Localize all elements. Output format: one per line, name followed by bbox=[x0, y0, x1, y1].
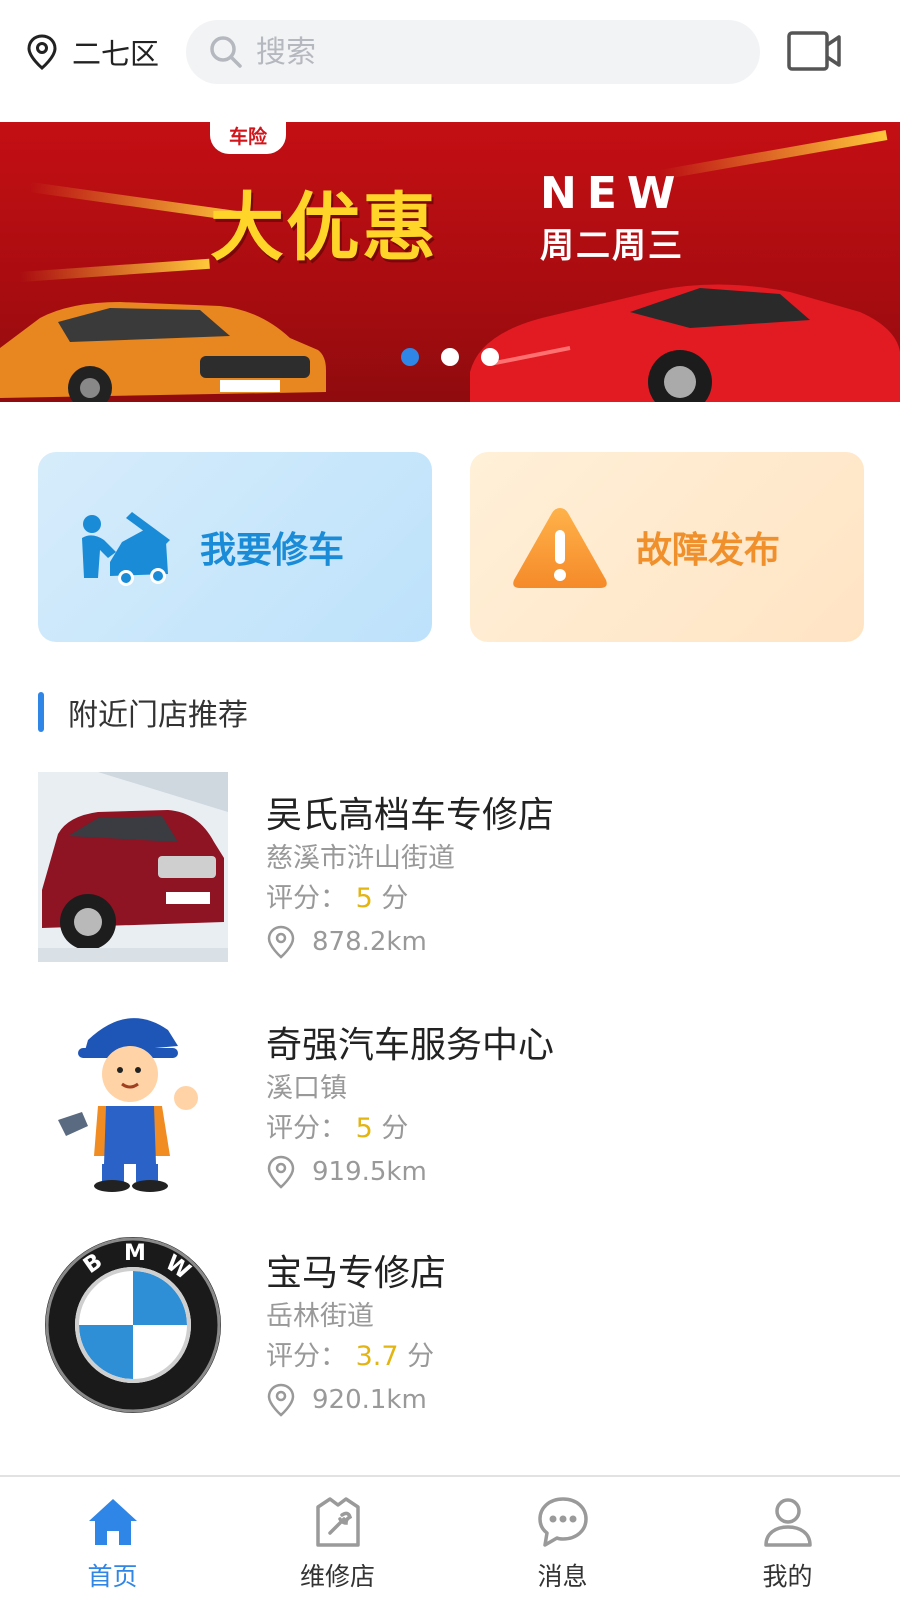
repair-car-button[interactable]: 我要修车 bbox=[38, 452, 432, 642]
banner-days: 周二周三 bbox=[540, 226, 684, 266]
rating-score: 3.7 bbox=[355, 1341, 399, 1372]
shop-rating: 评分： 5 分 bbox=[266, 876, 408, 915]
location-pin-icon bbox=[27, 34, 57, 70]
banner-new-badge: NEW bbox=[540, 168, 686, 219]
svg-text:M: M bbox=[124, 1241, 146, 1266]
fault-report-label: 故障发布 bbox=[636, 530, 781, 571]
fault-report-button[interactable]: 故障发布 bbox=[470, 452, 864, 642]
banner-streak bbox=[19, 258, 210, 282]
banner-headline: 大优惠 bbox=[210, 185, 438, 271]
red-sports-car-image bbox=[470, 284, 900, 402]
pagination-dot-active[interactable] bbox=[401, 348, 419, 366]
shop-name: 奇强汽车服务中心 bbox=[266, 1025, 555, 1066]
shop-address: 岳林街道 bbox=[266, 1301, 374, 1332]
shop-address: 慈溪市浒山街道 bbox=[266, 843, 455, 874]
location-pin-icon bbox=[267, 925, 295, 959]
section-title: 附近门店推荐 bbox=[68, 698, 248, 733]
current-location: 二七区 bbox=[72, 37, 160, 71]
repair-car-label: 我要修车 bbox=[200, 530, 345, 571]
shop-image-bmw-logo: B M W bbox=[38, 1230, 228, 1420]
search-bar[interactable] bbox=[186, 20, 760, 84]
location-selector[interactable]: 二七区 bbox=[26, 30, 159, 74]
repair-shop-icon bbox=[315, 1497, 360, 1547]
bottom-nav: 首页 维修店 消息 我的 bbox=[0, 1475, 900, 1600]
home-icon bbox=[88, 1499, 137, 1545]
banner-tag: 车险 bbox=[210, 122, 286, 154]
shop-list-item[interactable]: 奇强汽车服务中心 溪口镇 评分： 5 分 919.5km bbox=[38, 1002, 868, 1194]
location-pin-icon bbox=[267, 1155, 295, 1189]
rating-score: 5 bbox=[355, 883, 373, 914]
orange-suv-image bbox=[0, 302, 326, 402]
shop-distance: 878.2km bbox=[266, 922, 427, 962]
nav-label-mine: 我的 bbox=[762, 1562, 813, 1591]
rating-unit: 分 bbox=[381, 1113, 409, 1144]
shop-rating: 评分： 3.7 分 bbox=[266, 1334, 434, 1373]
nearby-section-header: 附近门店推荐 bbox=[38, 690, 248, 734]
nav-item-messages[interactable]: 消息 bbox=[450, 1477, 675, 1600]
rating-unit: 分 bbox=[381, 883, 409, 914]
nav-item-shops[interactable]: 维修店 bbox=[225, 1477, 450, 1600]
nav-item-mine[interactable]: 我的 bbox=[675, 1477, 900, 1600]
location-pin-icon bbox=[267, 1383, 295, 1417]
rating-prefix: 评分： bbox=[266, 1113, 347, 1144]
rating-prefix: 评分： bbox=[266, 883, 347, 914]
shop-distance: 920.1km bbox=[266, 1380, 427, 1420]
shop-name: 吴氏高档车专修店 bbox=[266, 795, 555, 836]
shop-list-item[interactable]: 吴氏高档车专修店 慈溪市浒山街道 评分： 5 分 878.2km bbox=[38, 772, 868, 964]
banner-pagination bbox=[0, 348, 900, 366]
pagination-dot[interactable] bbox=[441, 348, 459, 366]
rating-score: 5 bbox=[355, 1113, 373, 1144]
shop-distance-value: 878.2km bbox=[312, 927, 427, 957]
shop-image-mascot bbox=[38, 1002, 228, 1192]
nav-label-shops: 维修店 bbox=[299, 1562, 375, 1591]
shop-address: 溪口镇 bbox=[266, 1073, 347, 1104]
top-bar: 二七区 bbox=[0, 0, 900, 108]
nav-label-home: 首页 bbox=[87, 1562, 138, 1591]
nav-label-messages: 消息 bbox=[537, 1562, 588, 1591]
banner-streak bbox=[659, 130, 888, 180]
search-input[interactable] bbox=[256, 34, 736, 70]
shop-rating: 评分： 5 分 bbox=[266, 1106, 408, 1145]
shop-image-red-suv bbox=[38, 772, 228, 962]
pagination-dot[interactable] bbox=[481, 348, 499, 366]
shop-distance-value: 919.5km bbox=[312, 1157, 427, 1187]
shop-name: 宝马专修店 bbox=[266, 1253, 447, 1294]
search-icon bbox=[210, 36, 242, 68]
rating-unit: 分 bbox=[407, 1341, 435, 1372]
rating-prefix: 评分： bbox=[266, 1341, 347, 1372]
car-repair-icon bbox=[82, 512, 170, 586]
nav-item-home[interactable]: 首页 bbox=[0, 1477, 225, 1600]
video-camera-icon[interactable] bbox=[786, 28, 842, 74]
shop-list-item[interactable]: B M W 宝马专修店 岳林街道 评分： 3.7 分 920.1km bbox=[38, 1230, 868, 1422]
user-profile-icon bbox=[763, 1498, 812, 1547]
shop-distance: 919.5km bbox=[266, 1152, 427, 1192]
section-accent-bar bbox=[38, 692, 44, 732]
shop-distance-value: 920.1km bbox=[312, 1385, 427, 1415]
warning-icon bbox=[513, 508, 607, 588]
promo-banner[interactable]: 车险 大优惠 NEW 周二周三 bbox=[0, 122, 900, 402]
chat-bubble-icon bbox=[537, 1497, 588, 1547]
